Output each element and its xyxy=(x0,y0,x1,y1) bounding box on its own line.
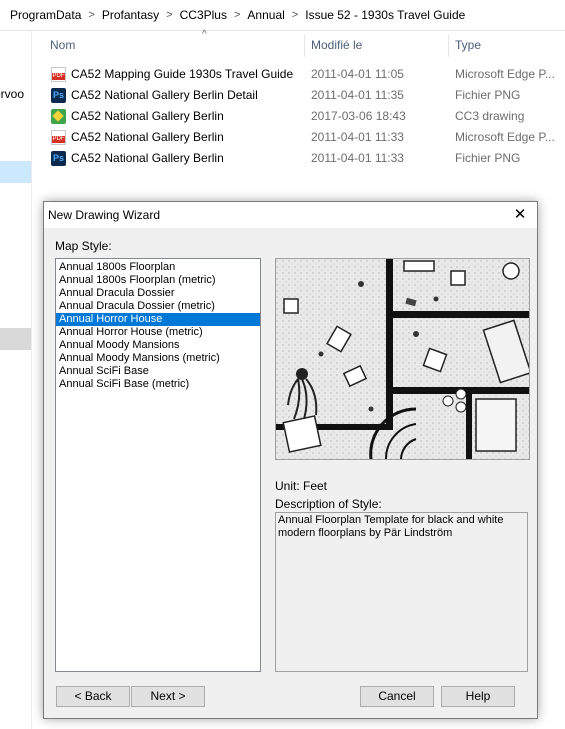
style-preview-image xyxy=(275,258,530,460)
file-date: 2011-04-01 11:33 xyxy=(311,130,404,144)
map-style-label: Map Style: xyxy=(55,239,112,253)
map-style-option[interactable]: Annual Moody Mansions xyxy=(56,339,260,352)
map-style-option[interactable]: Annual 1800s Floorplan (metric) xyxy=(56,274,260,287)
breadcrumb-item[interactable]: ProgramData xyxy=(10,8,81,22)
map-style-option[interactable]: Annual SciFi Base (metric) xyxy=(56,378,260,391)
style-description-text: Annual Floorplan Template for black and … xyxy=(275,512,528,672)
breadcrumb-item[interactable]: Issue 52 - 1930s Travel Guide xyxy=(305,8,465,22)
chevron-right-icon[interactable]: > xyxy=(166,9,172,21)
file-date: 2011-04-01 11:33 xyxy=(311,151,404,165)
sort-ascending-icon: ^ xyxy=(202,29,207,40)
file-row[interactable]: CA52 National Gallery Berlin 2017-03-06 1… xyxy=(32,106,565,127)
file-name[interactable]: CA52 National Gallery Berlin xyxy=(71,109,224,123)
photoshop-icon: Ps xyxy=(51,151,66,166)
chevron-right-icon[interactable]: > xyxy=(292,9,298,21)
file-date: 2017-03-06 18:43 xyxy=(311,109,406,123)
nav-selected-item[interactable] xyxy=(0,161,31,183)
file-name[interactable]: CA52 National Gallery Berlin xyxy=(71,151,224,165)
chevron-right-icon[interactable]: > xyxy=(88,9,94,21)
floorplan-preview-graphic xyxy=(276,259,529,459)
column-header-type[interactable]: Type xyxy=(455,38,481,52)
file-type: CC3 drawing xyxy=(455,109,525,123)
cancel-button[interactable]: Cancel xyxy=(360,686,434,707)
back-button[interactable]: < Back xyxy=(56,686,130,707)
map-style-option[interactable]: Annual SciFi Base xyxy=(56,365,260,378)
breadcrumb-item[interactable]: Annual xyxy=(247,8,284,22)
nav-hover-item[interactable] xyxy=(0,328,31,350)
map-style-option[interactable]: Annual Moody Mansions (metric) xyxy=(56,352,260,365)
file-date: 2011-04-01 11:35 xyxy=(311,88,404,102)
column-divider[interactable] xyxy=(304,35,305,57)
breadcrumb-item[interactable]: Profantasy xyxy=(102,8,159,22)
nav-item-fragment[interactable]: ervoo xyxy=(0,87,24,101)
next-button[interactable]: Next > xyxy=(131,686,205,707)
map-style-option[interactable]: Annual 1800s Floorplan xyxy=(56,261,260,274)
cc3-icon xyxy=(51,109,66,124)
breadcrumb-item[interactable]: CC3Plus xyxy=(180,8,227,22)
file-row[interactable]: Ps CA52 National Gallery Berlin Detail 201… xyxy=(32,85,565,106)
map-style-option[interactable]: Annual Horror House xyxy=(56,313,260,326)
help-button[interactable]: Help xyxy=(441,686,515,707)
unit-label: Unit: Feet xyxy=(275,479,328,493)
file-type: Microsoft Edge P... xyxy=(455,130,555,144)
new-drawing-wizard-dialog: New Drawing Wizard ✕ Map Style: Annual 1… xyxy=(43,201,538,719)
file-row[interactable]: CA52 National Gallery Berlin 2011-04-01 1… xyxy=(32,127,565,148)
file-name[interactable]: CA52 Mapping Guide 1930s Travel Guide xyxy=(71,67,293,81)
map-style-option[interactable]: Annual Dracula Dossier xyxy=(56,287,260,300)
description-label: Description of Style: xyxy=(275,497,382,511)
column-divider[interactable] xyxy=(448,35,449,57)
map-style-listbox[interactable]: Annual 1800s Floorplan Annual 1800s Floor… xyxy=(55,258,261,672)
column-headers: ^ Nom Modifié le Type xyxy=(32,29,565,57)
pdf-icon xyxy=(51,130,66,145)
file-name[interactable]: CA52 National Gallery Berlin Detail xyxy=(71,88,258,102)
file-row[interactable]: CA52 Mapping Guide 1930s Travel Guide 201… xyxy=(32,64,565,85)
column-header-modified[interactable]: Modifié le xyxy=(311,38,362,52)
file-row[interactable]: Ps CA52 National Gallery Berlin 2011-04-01… xyxy=(32,148,565,169)
dialog-title: New Drawing Wizard xyxy=(48,208,161,222)
file-name[interactable]: CA52 National Gallery Berlin xyxy=(71,130,224,144)
map-style-option[interactable]: Annual Dracula Dossier (metric) xyxy=(56,300,260,313)
pdf-icon xyxy=(51,67,66,82)
column-header-name[interactable]: Nom xyxy=(50,38,75,52)
close-icon[interactable]: ✕ xyxy=(503,202,537,228)
map-style-option[interactable]: Annual Horror House (metric) xyxy=(56,326,260,339)
photoshop-icon: Ps xyxy=(51,88,66,103)
file-type: Fichier PNG xyxy=(455,151,521,165)
chevron-right-icon[interactable]: > xyxy=(234,9,240,21)
file-type: Microsoft Edge P... xyxy=(455,67,555,81)
breadcrumb: ProgramData > Profantasy > CC3Plus > Annual > Is… xyxy=(0,0,565,31)
dialog-titlebar[interactable]: New Drawing Wizard ✕ xyxy=(44,202,537,228)
file-date: 2011-04-01 11:05 xyxy=(311,67,404,81)
file-type: Fichier PNG xyxy=(455,88,521,102)
navigation-pane[interactable]: ervoo xyxy=(0,31,32,729)
